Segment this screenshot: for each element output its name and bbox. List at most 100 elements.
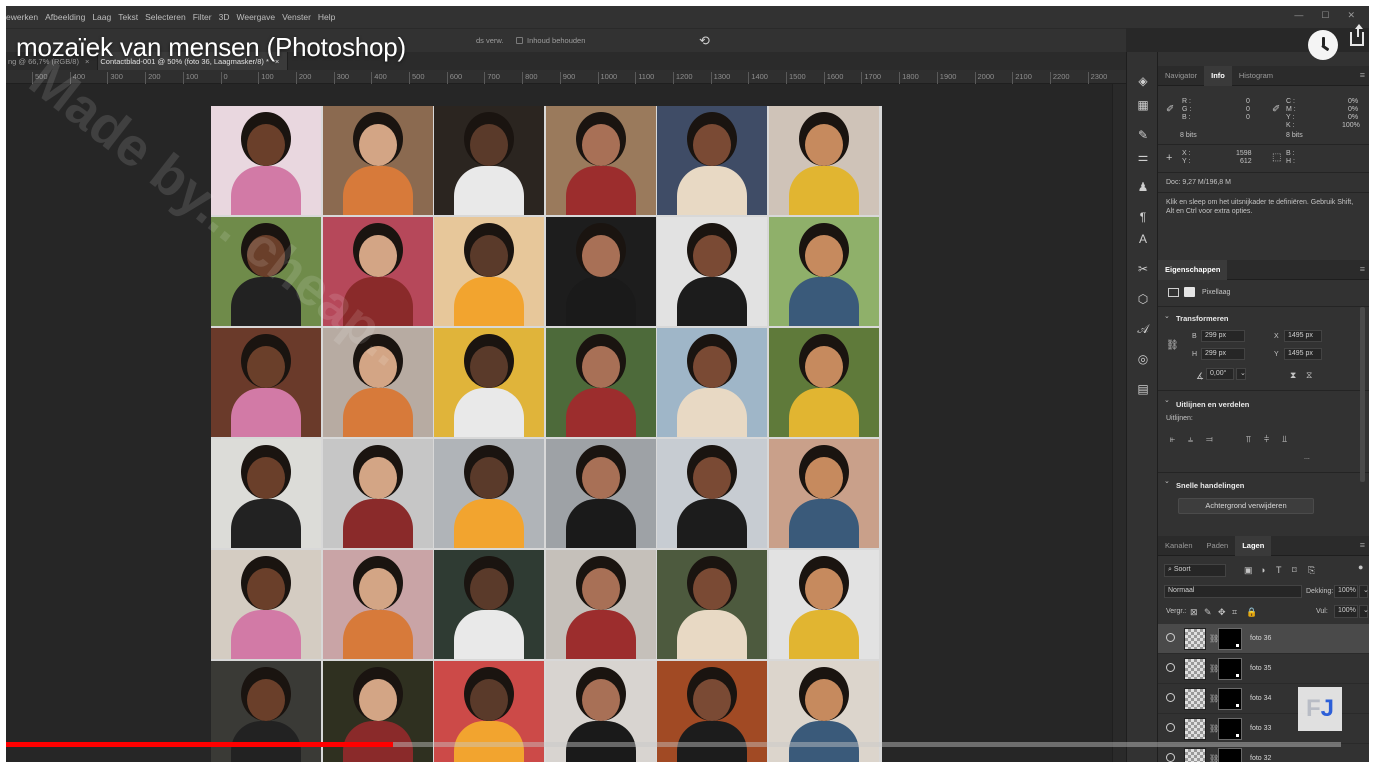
tab-paden[interactable]: Paden [1200, 536, 1236, 556]
chevron-down-icon[interactable]: ⌄ [1164, 477, 1170, 485]
tab-kanalen[interactable]: Kanalen [1158, 536, 1200, 556]
lock-all-icon[interactable]: 🔒 [1246, 607, 1257, 618]
fill-dropdown[interactable]: ⌄ [1359, 605, 1369, 618]
panel-menu-icon[interactable]: ≡ [1360, 264, 1365, 274]
tab-info[interactable]: Info [1204, 65, 1232, 86]
more-options-button[interactable]: ... [1304, 454, 1310, 461]
content-aware-checkbox[interactable]: Inhoud behouden [516, 36, 585, 45]
layer-name[interactable]: foto 33 [1250, 725, 1271, 732]
reset-icon[interactable]: ⟲ [699, 33, 710, 49]
menu-laag[interactable]: Laag [92, 12, 111, 22]
canvas-area[interactable] [6, 84, 1112, 762]
menu-weergave[interactable]: Weergave [236, 12, 275, 22]
visibility-eye-icon[interactable] [1166, 753, 1175, 762]
menu-filter[interactable]: Filter [193, 12, 212, 22]
adjustments-icon[interactable]: ⚌ [1135, 150, 1151, 164]
fill-field[interactable]: 100% [1334, 605, 1358, 618]
layer-name[interactable]: foto 32 [1250, 755, 1271, 762]
channel-logo[interactable]: FJ [1298, 687, 1342, 731]
share-icon[interactable] [1350, 24, 1364, 46]
visibility-eye-icon[interactable] [1166, 693, 1175, 702]
flip-horizontal-icon[interactable]: ⧗ [1290, 370, 1296, 381]
angle-dropdown[interactable]: ⌄ [1236, 368, 1246, 380]
layer-mask-thumbnail[interactable] [1218, 718, 1242, 740]
minimize-icon[interactable]: — [1294, 10, 1303, 21]
panel-menu-icon[interactable]: ≡ [1360, 540, 1365, 550]
panel-menu-icon[interactable]: ≡ [1360, 70, 1365, 80]
filter-smart-icon[interactable]: ⎘ [1308, 565, 1315, 576]
chevron-down-icon[interactable]: ⌄ [1164, 312, 1170, 320]
lock-position-icon[interactable]: ✥ [1218, 607, 1226, 618]
opacity-dropdown[interactable]: ⌄ [1359, 585, 1369, 598]
opacity-field[interactable]: 100% [1334, 585, 1358, 598]
align-right-icon[interactable]: ⫤ [1206, 434, 1213, 445]
filter-shape-icon[interactable]: ⌑ [1292, 565, 1297, 576]
paragraph-icon[interactable]: ¶ [1135, 210, 1151, 224]
width-field[interactable]: 299 px [1201, 330, 1245, 342]
chevron-down-icon[interactable]: ⌄ [1164, 396, 1170, 404]
menu-selecteren[interactable]: Selecteren [145, 12, 186, 22]
menu-bewerken[interactable]: ewerken [6, 12, 38, 22]
layer-row[interactable]: ⛓ foto 35 [1158, 654, 1369, 684]
tab-lagen[interactable]: Lagen [1235, 535, 1272, 556]
blend-mode-dropdown[interactable]: Normaal [1164, 585, 1302, 598]
visibility-eye-icon[interactable] [1166, 723, 1175, 732]
align-top-icon[interactable]: ⫪ [1246, 434, 1251, 445]
layer-mask-thumbnail[interactable] [1218, 658, 1242, 680]
glyphs-icon[interactable]: 𝒜 [1135, 322, 1151, 336]
layer-mask-thumbnail[interactable] [1218, 748, 1242, 762]
layer-mask-thumbnail[interactable] [1218, 628, 1242, 650]
filter-type-icon[interactable]: T [1276, 565, 1282, 575]
lock-transparent-icon[interactable]: ⊠ [1190, 607, 1198, 618]
tools-icon[interactable]: ✂ [1135, 262, 1151, 276]
layer-mask-thumbnail[interactable] [1218, 688, 1242, 710]
align-left-icon[interactable]: ⫦ [1170, 434, 1175, 445]
menu-help[interactable]: Help [318, 12, 335, 22]
tab-eigenschappen[interactable]: Eigenschappen [1158, 259, 1228, 280]
menu-3d[interactable]: 3D [219, 12, 230, 22]
lock-artboard-icon[interactable]: ⌗ [1232, 607, 1237, 618]
visibility-eye-icon[interactable] [1166, 663, 1175, 672]
brush-icon[interactable]: ✎ [1135, 128, 1151, 142]
flip-vertical-icon[interactable]: ⧖ [1306, 370, 1312, 381]
close-icon[interactable]: ✕ [1347, 10, 1355, 21]
table-icon[interactable]: ▦ [1135, 98, 1151, 112]
visibility-eye-icon[interactable] [1166, 633, 1175, 642]
checkbox-box[interactable] [516, 37, 523, 44]
menu-venster[interactable]: Venster [282, 12, 311, 22]
layer-name[interactable]: foto 34 [1250, 695, 1271, 702]
layer-row[interactable]: ⛓ foto 36 [1158, 624, 1369, 654]
menu-tekst[interactable]: Tekst [118, 12, 138, 22]
character-icon[interactable]: A [1135, 232, 1151, 246]
layer-name[interactable]: foto 36 [1250, 635, 1271, 642]
height-field[interactable]: 299 px [1201, 348, 1245, 360]
gradient-icon[interactable]: ▤ [1135, 382, 1151, 396]
vertical-scrollbar[interactable] [1112, 84, 1126, 762]
menu-afbeelding[interactable]: Afbeelding [45, 12, 85, 22]
maximize-icon[interactable]: ☐ [1321, 10, 1329, 21]
align-bottom-icon[interactable]: ⫫ [1282, 434, 1287, 445]
mask-icon[interactable] [1184, 287, 1195, 297]
x-field[interactable]: 1495 px [1284, 330, 1322, 342]
filter-adjustment-icon[interactable]: ◑ [1260, 565, 1265, 575]
tab-navigator[interactable]: Navigator [1158, 66, 1204, 86]
link-icon[interactable]: ⛓ [1166, 340, 1179, 351]
tab-histogram[interactable]: Histogram [1232, 66, 1280, 86]
align-center-icon[interactable]: ⫨ [1188, 434, 1193, 445]
filter-pixel-icon[interactable]: ▣ [1244, 565, 1253, 576]
stamp-icon[interactable]: ♟ [1135, 180, 1151, 194]
y-field[interactable]: 1495 px [1284, 348, 1322, 360]
video-progress-bar[interactable] [6, 742, 1341, 747]
remove-background-button[interactable]: Achtergrond verwijderen [1178, 498, 1314, 514]
watch-later-icon[interactable] [1308, 30, 1338, 60]
cube-icon[interactable]: ⬡ [1135, 292, 1151, 306]
align-middle-icon[interactable]: ⫩ [1264, 434, 1269, 445]
angle-field[interactable]: 0,00° [1206, 368, 1234, 380]
layer-filter-dropdown[interactable]: ⌕ Soort [1164, 564, 1226, 577]
properties-scrollbar[interactable] [1360, 307, 1365, 482]
instagram-icon[interactable]: ◎ [1135, 352, 1151, 366]
layer-name[interactable]: foto 35 [1250, 665, 1271, 672]
3d-icon[interactable]: ◈ [1135, 74, 1151, 88]
lock-pixels-icon[interactable]: ✎ [1204, 607, 1212, 618]
document-canvas[interactable] [211, 106, 882, 762]
